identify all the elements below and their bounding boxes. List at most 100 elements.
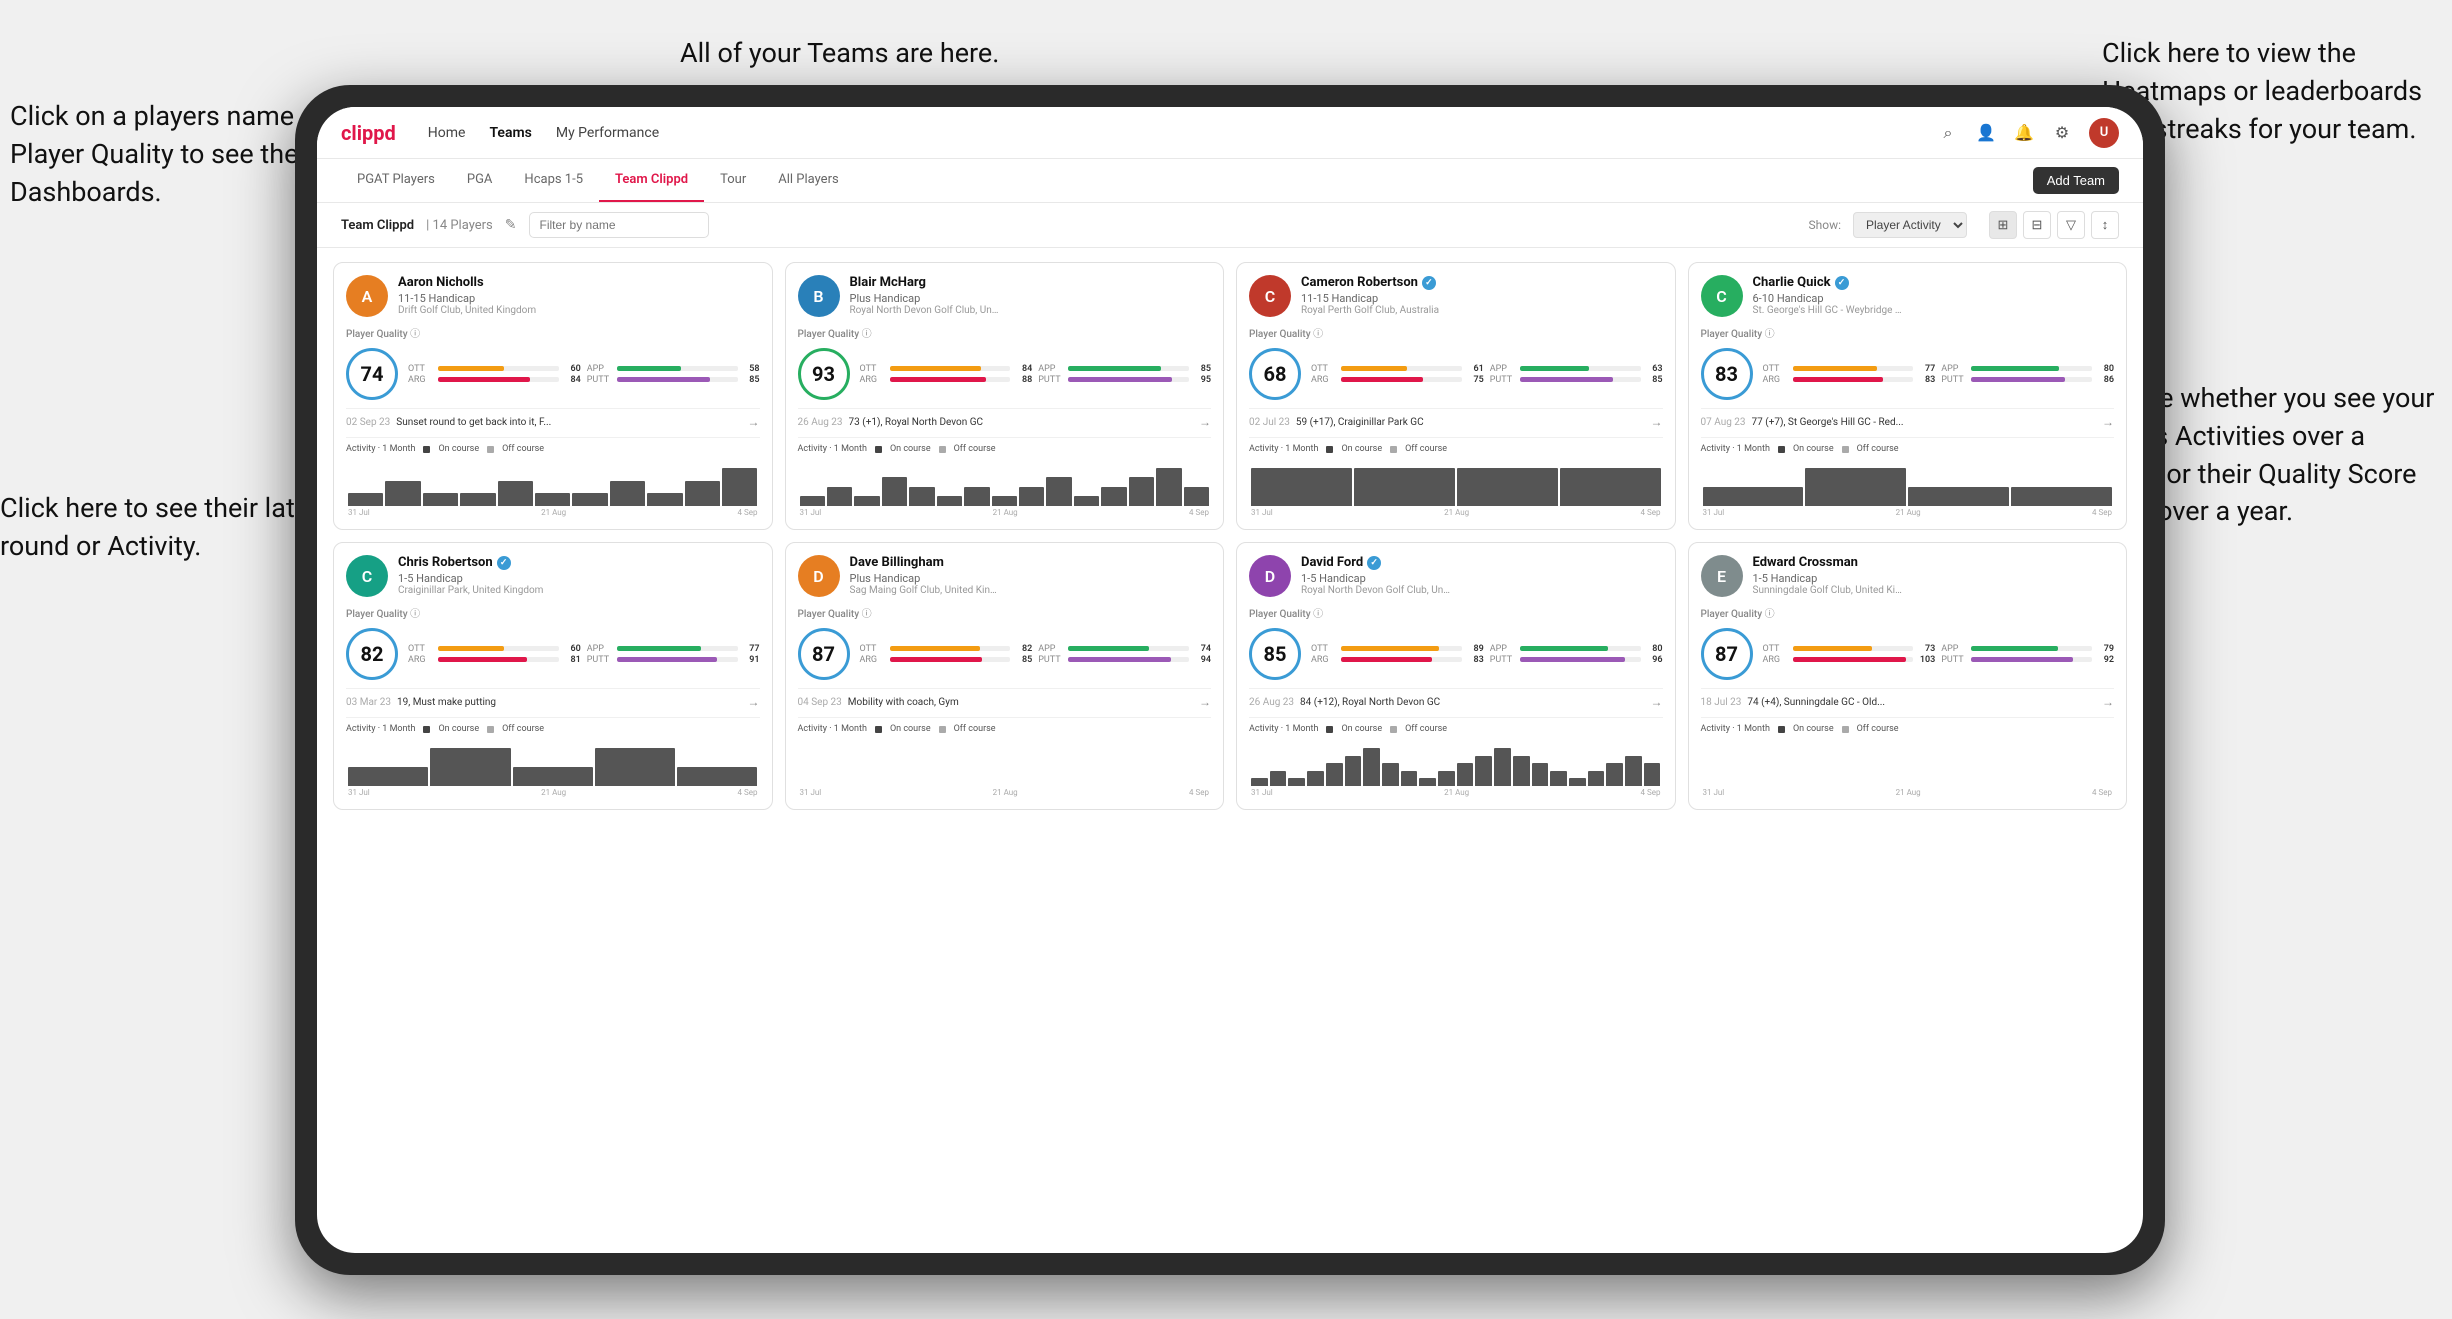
nav-my-performance[interactable]: My Performance [556,121,659,145]
latest-round: 03 Mar 23 19, Must make putting → [346,688,760,709]
player-name[interactable]: Aaron Nicholls [398,275,760,290]
round-arrow-icon[interactable]: → [1651,695,1663,709]
player-name[interactable]: Charlie Quick ✓ [1753,275,2115,290]
chart-labels: 31 Jul 21 Aug 4 Sep [1701,786,2115,797]
player-card: D Dave Billingham Plus Handicap Sag Main… [785,542,1225,810]
player-avatar: C [1701,275,1743,317]
edit-icon[interactable]: ✎ [505,217,517,233]
quality-label: Player Quality ⓘ [1701,325,2115,340]
stat-app: APP 80 [1941,364,2114,374]
show-select[interactable]: Player Activity [1853,212,1967,238]
stat-ott: OTT 82 [860,644,1033,654]
activity-header: Activity · 1 Month On course Off course [346,724,760,734]
quality-score[interactable]: 82 [346,628,398,680]
player-club: Sag Maing Golf Club, United Kingdom [850,585,1000,596]
round-arrow-icon[interactable]: → [1199,695,1211,709]
tab-tour[interactable]: Tour [704,159,762,202]
add-team-button[interactable]: Add Team [2033,167,2119,194]
player-name[interactable]: David Ford ✓ [1301,555,1663,570]
tab-all-players[interactable]: All Players [762,159,854,202]
tab-hcaps[interactable]: Hcaps 1-5 [508,159,599,202]
stats-grid: OTT 61 APP 63 ARG 75 PUTT 85 [1311,364,1663,385]
quality-score[interactable]: 87 [1701,628,1753,680]
mini-chart [1701,738,2115,786]
player-avatar: C [1249,275,1291,317]
nav-teams[interactable]: Teams [489,121,531,145]
grid-view-button[interactable]: ⊞ [1989,211,2017,239]
player-club: Drift Golf Club, United Kingdom [398,305,548,316]
chart-labels: 31 Jul 21 Aug 4 Sep [798,786,1212,797]
round-arrow-icon[interactable]: → [1651,415,1663,429]
activity-section: Activity · 1 Month On course Off course … [346,717,760,797]
player-avatar: D [1249,555,1291,597]
player-card: C Chris Robertson ✓ 1-5 Handicap Craigin… [333,542,773,810]
player-handicap: 11-15 Handicap [1301,292,1663,305]
mini-chart [346,738,760,786]
quality-score[interactable]: 83 [1701,348,1753,400]
settings-icon[interactable]: ⚙ [2051,122,2073,144]
stats-grid: OTT 84 APP 85 ARG 88 PUTT 95 [860,364,1212,385]
round-arrow-icon[interactable]: → [2102,695,2114,709]
stat-arg: ARG 88 [860,375,1033,385]
tab-team-clippd[interactable]: Team Clippd [599,159,704,202]
player-avatar: D [798,555,840,597]
quality-section: 87 OTT 82 APP 74 ARG 85 PUT [798,628,1212,680]
quality-score[interactable]: 93 [798,348,850,400]
quality-label: Player Quality ⓘ [346,325,760,340]
stat-app: APP 85 [1038,364,1211,374]
team-count: | 14 Players [426,218,493,233]
latest-round-text: 74 (+4), Sunningdale GC - Old... [1747,697,2096,708]
stat-arg: ARG 85 [860,655,1033,665]
sort-button[interactable]: ↕ [2091,211,2119,239]
quality-score[interactable]: 87 [798,628,850,680]
nav-home[interactable]: Home [428,121,466,145]
quality-score[interactable]: 68 [1249,348,1301,400]
latest-round-text: 59 (+17), Craiginillar Park GC [1296,417,1645,428]
search-icon[interactable]: ⌕ [1937,122,1959,144]
player-header: C Chris Robertson ✓ 1-5 Handicap Craigin… [346,555,760,597]
quality-label: Player Quality ⓘ [1701,605,2115,620]
activity-header: Activity · 1 Month On course Off course [798,444,1212,454]
player-name[interactable]: Edward Crossman [1753,555,2115,570]
stat-arg: ARG 83 [1763,375,1936,385]
list-view-button[interactable]: ⊟ [2023,211,2051,239]
avatar[interactable]: U [2089,118,2119,148]
stats-grid: OTT 77 APP 80 ARG 83 PUTT 86 [1763,364,2115,385]
player-name[interactable]: Cameron Robertson ✓ [1301,275,1663,290]
latest-round: 18 Jul 23 74 (+4), Sunningdale GC - Old.… [1701,688,2115,709]
tablet-screen: clippd Home Teams My Performance ⌕ 👤 🔔 ⚙… [317,107,2143,1253]
round-arrow-icon[interactable]: → [2102,415,2114,429]
stat-arg: ARG 75 [1311,375,1484,385]
player-header: E Edward Crossman 1-5 Handicap Sunningda… [1701,555,2115,597]
stat-arg: ARG 103 [1763,655,1936,665]
player-name[interactable]: Dave Billingham [850,555,1212,570]
latest-round-text: 19, Must make putting [397,697,742,708]
round-arrow-icon[interactable]: → [1199,415,1211,429]
filter-input[interactable] [529,212,709,238]
bell-icon[interactable]: 🔔 [2013,122,2035,144]
round-arrow-icon[interactable]: → [748,695,760,709]
player-club: Royal Perth Golf Club, Australia [1301,305,1451,316]
stat-ott: OTT 61 [1311,364,1484,374]
player-name[interactable]: Blair McHarg [850,275,1212,290]
stat-putt: PUTT 85 [587,375,760,385]
round-arrow-icon[interactable]: → [748,415,760,429]
stat-ott: OTT 60 [408,364,581,374]
annotation-top-center: All of your Teams are here. [680,35,999,73]
stats-grid: OTT 60 APP 77 ARG 81 PUTT 91 [408,644,760,665]
chart-labels: 31 Jul 21 Aug 4 Sep [1701,506,2115,517]
quality-score[interactable]: 74 [346,348,398,400]
chart-labels: 31 Jul 21 Aug 4 Sep [1249,786,1663,797]
filter-button[interactable]: ▽ [2057,211,2085,239]
player-name[interactable]: Chris Robertson ✓ [398,555,760,570]
player-info: Blair McHarg Plus Handicap Royal North D… [850,275,1212,316]
tab-pgat-players[interactable]: PGAT Players [341,159,451,202]
stat-putt: PUTT 95 [1038,375,1211,385]
quality-label: Player Quality ⓘ [1249,325,1663,340]
app-logo: clippd [341,121,396,145]
user-icon[interactable]: 👤 [1975,122,1997,144]
mini-chart [346,458,760,506]
tab-pga[interactable]: PGA [451,159,509,202]
quality-score[interactable]: 85 [1249,628,1301,680]
team-name: Team Clippd [341,218,414,233]
